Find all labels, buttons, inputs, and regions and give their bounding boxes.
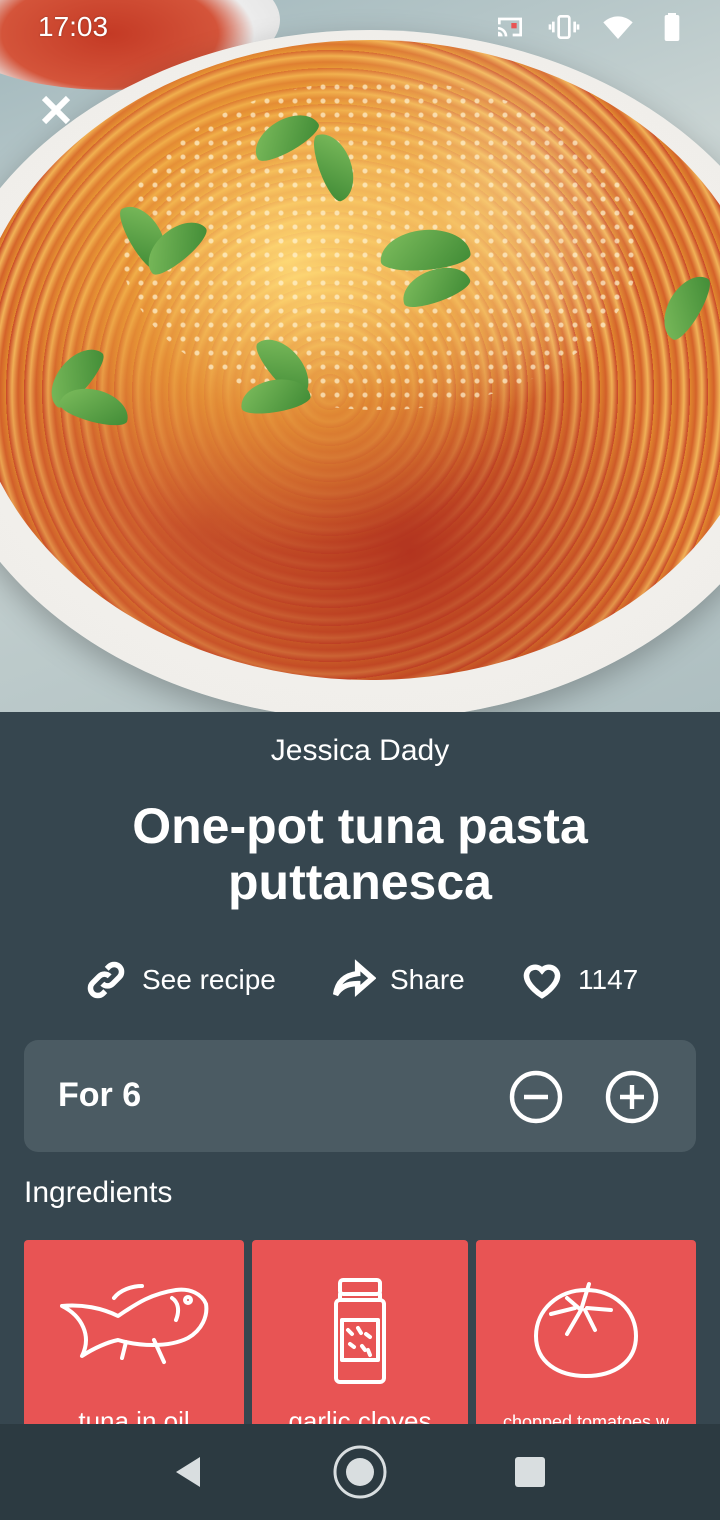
increase-servings-button[interactable] [604,1069,660,1125]
recents-button[interactable] [502,1444,558,1500]
ingredients-heading: Ingredients [24,1176,173,1209]
wifi-icon [603,16,633,39]
servings-label: For 6 [58,1076,142,1114]
recipe-hero-image [0,0,720,712]
plus-circle-icon [605,1070,659,1124]
ingredients-grid: tuna in oil garlic cloves chopped tomato… [0,1240,720,1424]
spice-jar-icon [334,1278,386,1384]
cast-icon [498,17,522,37]
tomato-icon [534,1282,638,1378]
recipe-details: Jessica Dady One-pot tuna pasta puttanes… [0,712,720,1424]
decrease-servings-button[interactable] [508,1069,564,1125]
back-button[interactable] [160,1444,216,1500]
likes-count: 1147 [578,964,639,995]
system-navigation-bar [0,1424,720,1520]
status-icons [494,11,688,43]
back-triangle-icon [176,1457,200,1487]
servings-panel: For 6 [24,1040,696,1152]
battery-icon [664,13,680,41]
share-icon [332,959,376,998]
vibrate-icon [548,15,580,39]
see-recipe-label: See recipe [142,964,276,995]
recents-square-icon [515,1457,545,1487]
home-button[interactable] [332,1444,388,1500]
ingredient-tile[interactable]: garlic cloves [252,1240,468,1424]
like-button[interactable]: 1147 [520,952,638,1008]
fish-icon [60,1284,209,1364]
minus-circle-icon [509,1070,563,1124]
close-icon [41,95,71,125]
status-bar: 17:03 [0,0,720,54]
see-recipe-button[interactable]: See recipe [84,952,276,1008]
recipe-title: One-pot tuna pasta puttanesca [132,798,588,910]
status-time: 17:03 [38,11,109,42]
link-icon [87,961,125,999]
ingredient-name: chopped tomatoes w [502,1412,670,1424]
home-circle-icon [333,1445,387,1499]
ingredient-tile[interactable]: chopped tomatoes w [476,1240,696,1424]
recipe-actions: See recipe Share 1147 [0,952,720,1008]
ingredient-tile[interactable]: tuna in oil [24,1240,244,1424]
share-button[interactable]: Share [332,952,465,1008]
recipe-author[interactable]: Jessica Dady [0,734,720,768]
share-label: Share [390,964,465,995]
close-button[interactable] [30,84,82,136]
heart-icon [523,964,561,999]
ingredient-name: tuna in oil [78,1406,190,1424]
ingredient-name: garlic cloves [288,1406,432,1424]
